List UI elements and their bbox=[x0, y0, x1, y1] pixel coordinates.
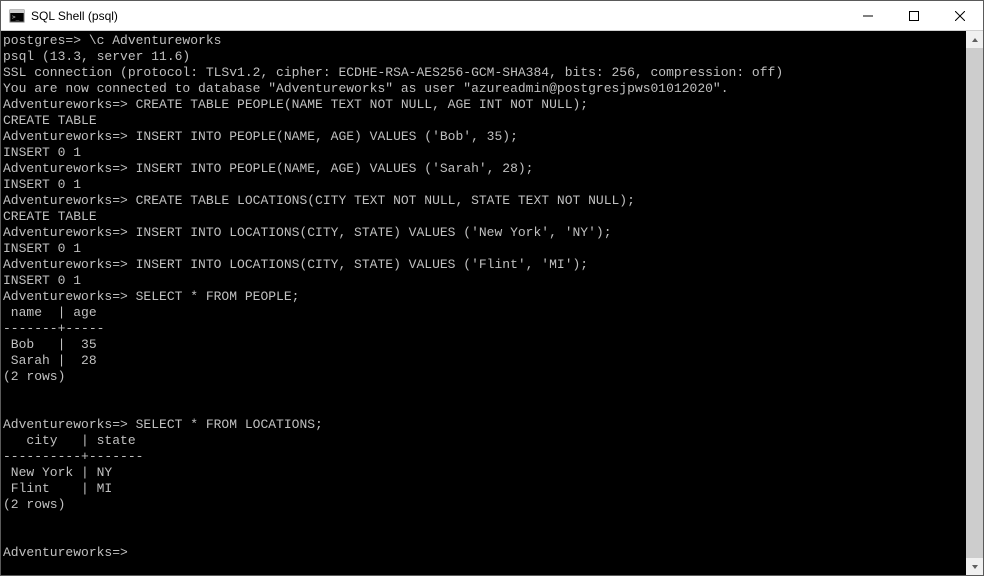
scroll-up-button[interactable] bbox=[966, 31, 983, 48]
vertical-scrollbar[interactable] bbox=[966, 31, 983, 575]
titlebar[interactable]: >_ SQL Shell (psql) bbox=[1, 1, 983, 31]
terminal-output[interactable]: postgres=> \c Adventureworks psql (13.3,… bbox=[1, 31, 966, 575]
scroll-thumb[interactable] bbox=[966, 48, 983, 558]
svg-text:>_: >_ bbox=[12, 14, 20, 21]
scroll-track[interactable] bbox=[966, 48, 983, 558]
window-title: SQL Shell (psql) bbox=[31, 9, 845, 23]
app-window: >_ SQL Shell (psql) postgres=> \c Advent… bbox=[0, 0, 984, 576]
scroll-down-button[interactable] bbox=[966, 558, 983, 575]
maximize-button[interactable] bbox=[891, 1, 937, 30]
close-button[interactable] bbox=[937, 1, 983, 30]
terminal-area: postgres=> \c Adventureworks psql (13.3,… bbox=[1, 31, 983, 575]
app-icon: >_ bbox=[9, 8, 25, 24]
window-controls bbox=[845, 1, 983, 30]
minimize-button[interactable] bbox=[845, 1, 891, 30]
